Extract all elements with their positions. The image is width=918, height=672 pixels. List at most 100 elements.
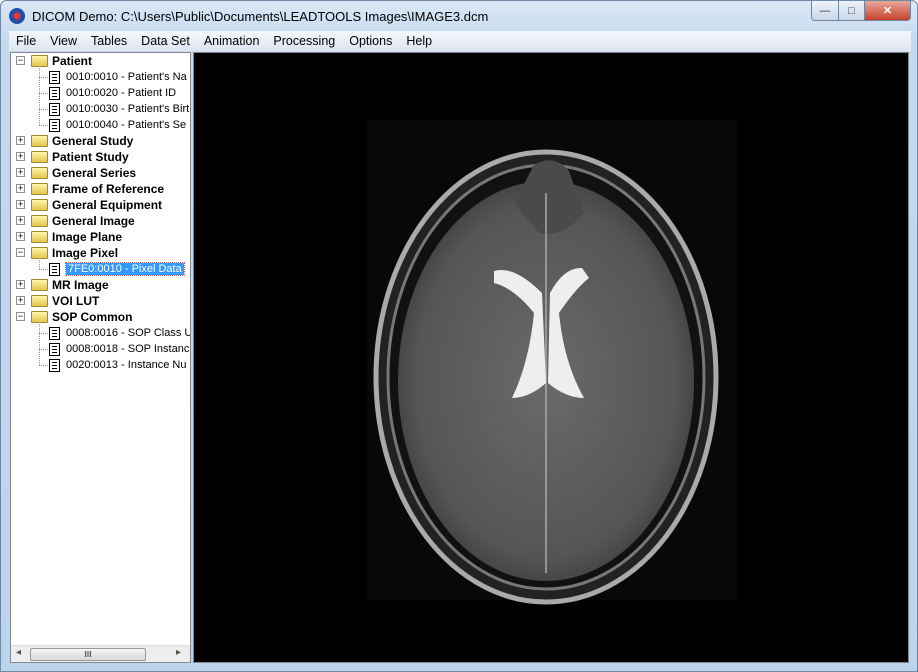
- collapse-icon[interactable]: −: [16, 312, 25, 321]
- folder-icon: [31, 151, 48, 163]
- folder-icon: [31, 135, 48, 147]
- tree-group-general-equipment[interactable]: General Equipment: [31, 197, 162, 213]
- close-button[interactable]: ✕: [864, 1, 911, 21]
- folder-icon: [31, 199, 48, 211]
- expand-icon[interactable]: +: [16, 200, 25, 209]
- tree-item-label: 0010:0020 - Patient ID: [66, 87, 177, 99]
- tree-item[interactable]: 0020:0013 - Instance Nu: [49, 357, 186, 373]
- tree-line: [39, 125, 48, 126]
- document-icon: [49, 86, 60, 100]
- scroll-left-arrow[interactable]: ◂: [16, 647, 21, 658]
- menu-help[interactable]: Help: [399, 34, 439, 48]
- expand-icon[interactable]: +: [16, 232, 25, 241]
- document-icon: [49, 262, 60, 276]
- tree-item-label: 7FE0:0010 - Pixel Data: [65, 262, 185, 276]
- tree-item[interactable]: 0010:0040 - Patient's Se: [49, 117, 186, 133]
- mri-brain-image: [367, 120, 737, 605]
- expand-icon[interactable]: +: [16, 168, 25, 177]
- tree-item[interactable]: 0008:0016 - SOP Class U: [49, 325, 191, 341]
- tree-group-image-plane[interactable]: Image Plane: [31, 229, 122, 245]
- menu-processing[interactable]: Processing: [266, 34, 342, 48]
- tree-line: [39, 66, 40, 125]
- tree-line: [39, 269, 48, 270]
- scroll-thumb[interactable]: III: [30, 648, 146, 661]
- tree-item-label: 0010:0010 - Patient's Na: [66, 71, 187, 83]
- tree-item[interactable]: 0010:0030 - Patient's Birt: [49, 101, 189, 117]
- tree-group-general-study[interactable]: General Study: [31, 133, 133, 149]
- tree-line: [39, 77, 48, 78]
- tree-group-frame-of-reference[interactable]: Frame of Reference: [31, 181, 164, 197]
- menu-bar: File View Tables Data Set Animation Processin…: [9, 31, 911, 51]
- tree-item-label: 0020:0013 - Instance Nu: [66, 359, 187, 371]
- expand-icon[interactable]: +: [16, 136, 25, 145]
- tree-line: [39, 333, 48, 334]
- dicom-tree[interactable]: ◂ III ▸ − Patient 0010:0010 - Patient's Na…: [10, 52, 191, 663]
- document-icon: [49, 358, 60, 372]
- horizontal-scrollbar[interactable]: ◂ III ▸: [11, 645, 190, 662]
- menu-tables[interactable]: Tables: [84, 34, 134, 48]
- tree-group-label: Frame of Reference: [52, 182, 165, 196]
- tree-group-image-pixel[interactable]: Image Pixel: [31, 245, 118, 261]
- image-viewer[interactable]: [193, 52, 909, 663]
- window-title: DICOM Demo: C:\Users\Public\Documents\LE…: [32, 8, 489, 24]
- app-window: DICOM Demo: C:\Users\Public\Documents\LE…: [0, 0, 918, 672]
- tree-item-label: 0008:0016 - SOP Class U: [66, 327, 191, 339]
- expand-icon[interactable]: +: [16, 216, 25, 225]
- tree-group-voi-lut[interactable]: VOI LUT: [31, 293, 99, 309]
- tree-group-label: General Equipment: [52, 198, 163, 212]
- expand-icon[interactable]: +: [16, 152, 25, 161]
- menu-file[interactable]: File: [9, 34, 43, 48]
- document-icon: [49, 342, 60, 356]
- menu-options[interactable]: Options: [342, 34, 399, 48]
- menu-animation[interactable]: Animation: [197, 34, 267, 48]
- maximize-button[interactable]: □: [838, 1, 865, 21]
- tree-item[interactable]: 0008:0018 - SOP Instanc: [49, 341, 189, 357]
- folder-icon: [31, 215, 48, 227]
- collapse-icon[interactable]: −: [16, 56, 25, 65]
- tree-group-patient-study[interactable]: Patient Study: [31, 149, 129, 165]
- tree-line: [39, 349, 48, 350]
- folder-icon: [31, 279, 48, 291]
- tree-group-label: General Study: [52, 134, 134, 148]
- tree-group-label: Image Pixel: [52, 246, 119, 260]
- folder-icon: [31, 183, 48, 195]
- menu-view[interactable]: View: [43, 34, 84, 48]
- tree-group-label: General Series: [52, 166, 137, 180]
- tree-group-general-image[interactable]: General Image: [31, 213, 135, 229]
- tree-group-patient[interactable]: Patient: [31, 53, 92, 69]
- folder-icon: [31, 295, 48, 307]
- minimize-button[interactable]: —: [811, 1, 839, 21]
- tree-item-label: 0010:0030 - Patient's Birt: [66, 103, 190, 115]
- expand-icon[interactable]: +: [16, 280, 25, 289]
- tree-group-label: Patient: [52, 54, 93, 68]
- tree-line: [39, 365, 48, 366]
- tree-group-label: Patient Study: [52, 150, 129, 164]
- tree-group-sop-common[interactable]: SOP Common: [31, 309, 132, 325]
- tree-item[interactable]: 7FE0:0010 - Pixel Data: [49, 261, 185, 277]
- app-icon: [9, 8, 25, 24]
- tree-group-label: MR Image: [52, 278, 109, 292]
- tree-group-label: Image Plane: [52, 230, 123, 244]
- title-bar: DICOM Demo: C:\Users\Public\Documents\LE…: [9, 6, 488, 26]
- document-icon: [49, 326, 60, 340]
- folder-icon: [31, 167, 48, 179]
- tree-item[interactable]: 0010:0010 - Patient's Na: [49, 69, 187, 85]
- document-icon: [49, 102, 60, 116]
- tree-line: [39, 93, 48, 94]
- menu-data-set[interactable]: Data Set: [134, 34, 197, 48]
- expand-icon[interactable]: +: [16, 296, 25, 305]
- tree-item[interactable]: 0010:0020 - Patient ID: [49, 85, 176, 101]
- tree-group-mr-image[interactable]: MR Image: [31, 277, 109, 293]
- collapse-icon[interactable]: −: [16, 248, 25, 257]
- tree-item-label: 0010:0040 - Patient's Se: [66, 119, 187, 131]
- tree-group-label: SOP Common: [52, 310, 133, 324]
- expand-icon[interactable]: +: [16, 184, 25, 193]
- scroll-right-arrow[interactable]: ▸: [176, 647, 181, 658]
- tree-group-general-series[interactable]: General Series: [31, 165, 136, 181]
- tree-line: [39, 109, 48, 110]
- document-icon: [49, 118, 60, 132]
- tree-line: [39, 258, 40, 269]
- tree-group-label: General Image: [52, 214, 135, 228]
- tree-group-label: VOI LUT: [52, 294, 100, 308]
- tree-item-label: 0008:0018 - SOP Instanc: [66, 343, 190, 355]
